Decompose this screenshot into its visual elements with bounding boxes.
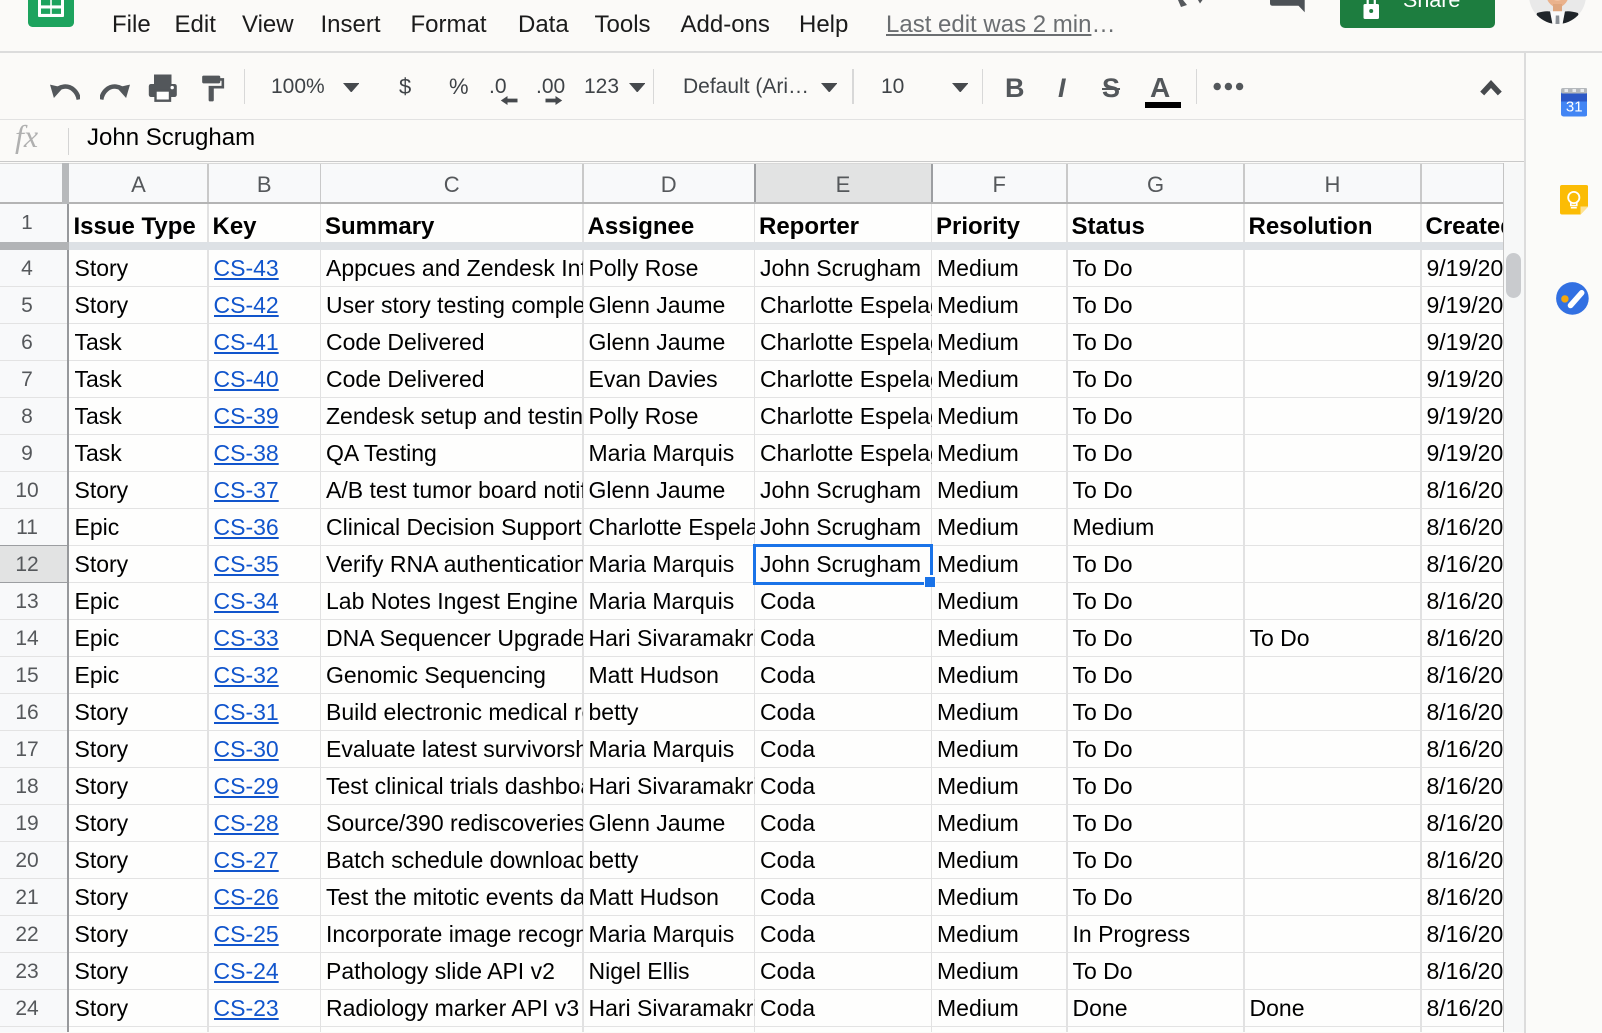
svg-text:31: 31 (1565, 99, 1582, 116)
